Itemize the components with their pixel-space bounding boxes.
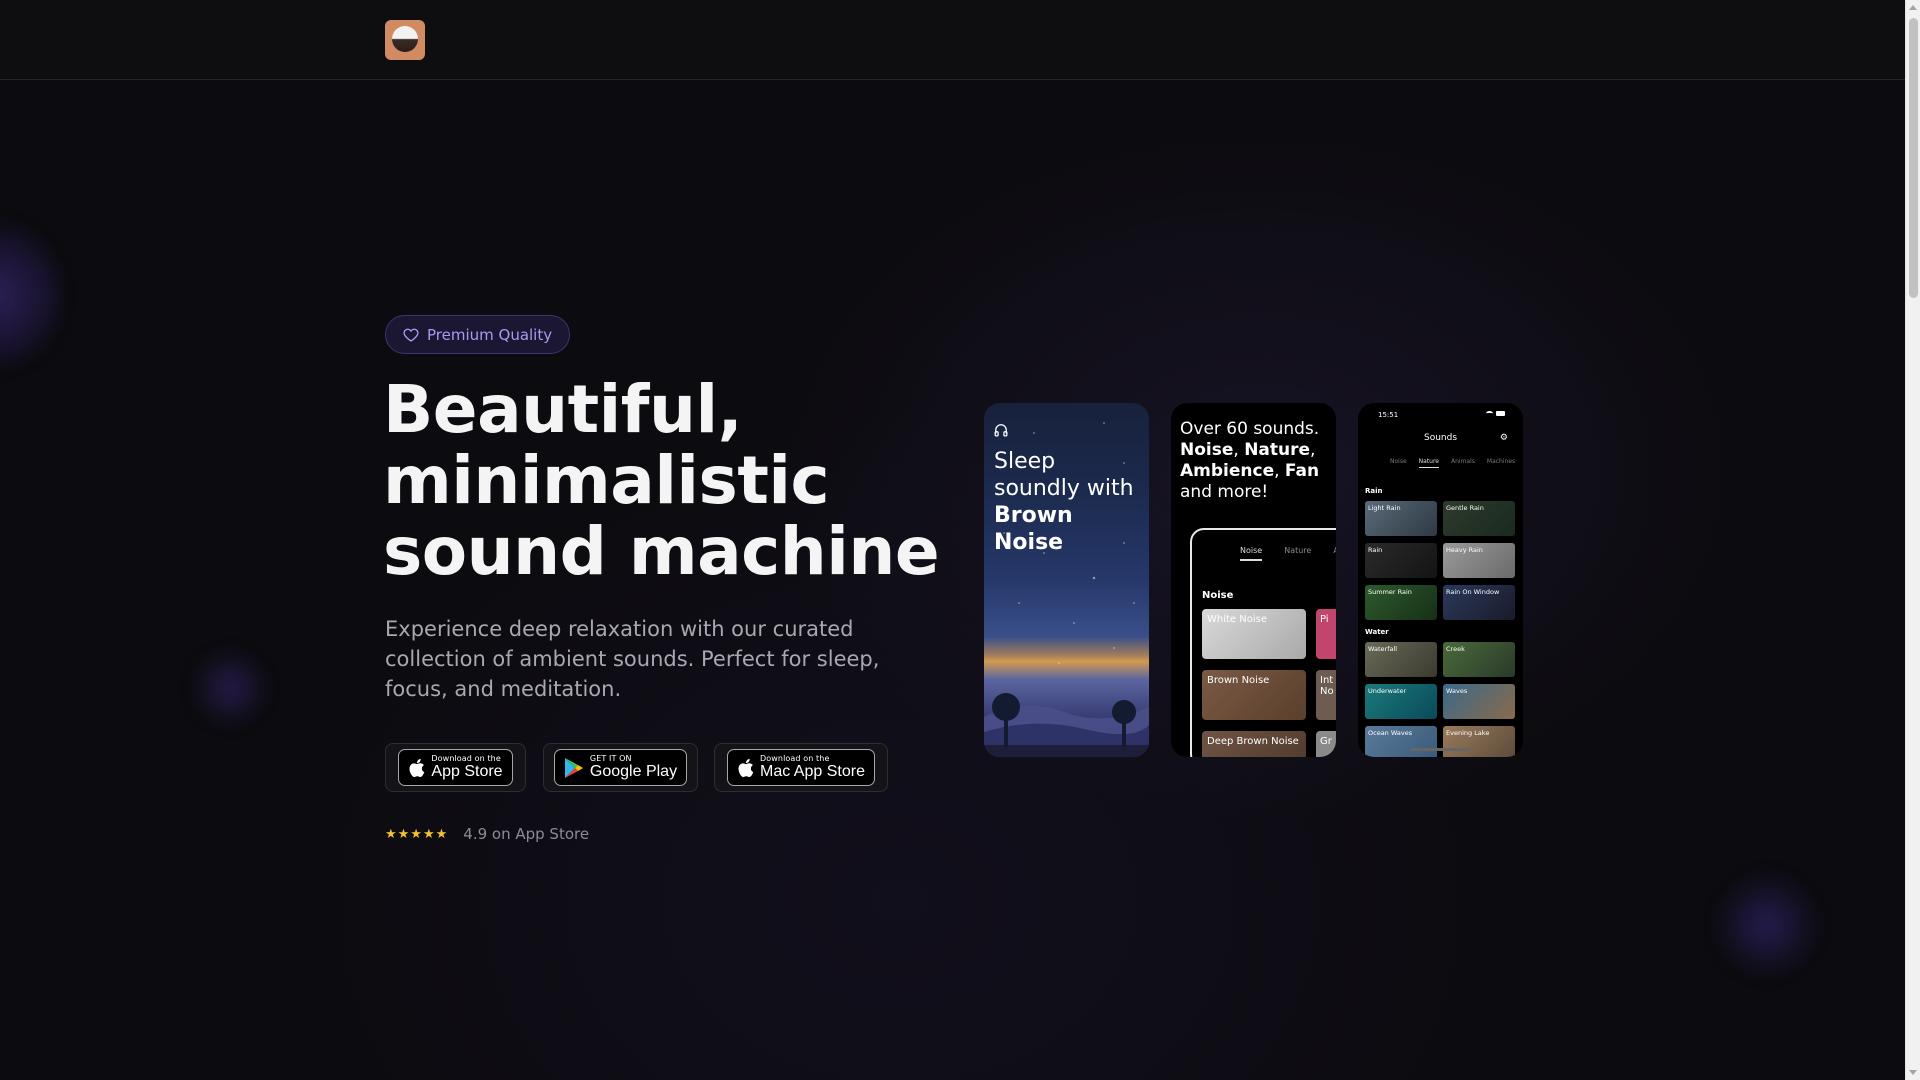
heart-icon	[403, 328, 419, 342]
caption-bold: Ambience	[1180, 461, 1275, 481]
caption-line: Noise, Nature,	[1180, 440, 1330, 461]
google-play-card: GET IT ON Google Play	[543, 743, 698, 792]
caption-separator: ,	[1274, 461, 1285, 481]
sound-tile: Rain	[1365, 543, 1437, 578]
inner-tabs: Noise Nature A	[1240, 546, 1336, 561]
tab-animals: Animals	[1451, 458, 1475, 465]
tab-nature: Nature	[1418, 458, 1440, 468]
top-navigation-bar	[0, 0, 1905, 80]
sound-tile: Gr	[1316, 731, 1336, 757]
badge-label: Premium Quality	[427, 325, 553, 344]
tab-noise: Noise	[1390, 458, 1407, 465]
section-title: Water	[1365, 628, 1389, 636]
hero-headline: Beautiful, minimalistic sound machine	[383, 371, 940, 590]
google-play-button[interactable]: GET IT ON Google Play	[553, 749, 688, 786]
caption-bold: Nature	[1244, 440, 1311, 460]
caption-separator: ,	[1310, 440, 1316, 460]
sound-tile: Gentle Rain	[1443, 501, 1515, 536]
landscape-silhouette	[984, 693, 1149, 757]
caption-bold: Fan	[1284, 461, 1320, 481]
apple-icon	[738, 758, 754, 777]
headphones-icon	[994, 424, 1008, 437]
phone2-caption: Over 60 sounds. Noise, Nature, Ambience,…	[1180, 419, 1330, 503]
sound-tile: Creek	[1443, 642, 1515, 677]
store-big-text: App Store	[431, 763, 503, 780]
decorative-orb	[1712, 870, 1822, 980]
phone1-caption: Sleep soundly with Brown Noise	[994, 448, 1144, 556]
screenshot-phone-brown-noise: Sleep soundly with Brown Noise	[984, 403, 1149, 757]
store-big-text: Mac App Store	[760, 763, 865, 780]
app-store-card: Download on the App Store	[385, 743, 526, 792]
app-store-rating: ★★★★★ 4.9 on App Store	[385, 825, 589, 843]
status-time: 15:51	[1378, 411, 1399, 419]
caption-line: Over 60 sounds.	[1180, 419, 1320, 439]
caption-line: soundly with	[994, 476, 1134, 501]
battery-icon	[1496, 411, 1505, 416]
scrollbar-thumb[interactable]	[1909, 18, 1918, 298]
section-title: Rain	[1365, 487, 1383, 495]
store-small-text: GET IT ON	[589, 754, 632, 763]
home-indicator	[1410, 748, 1470, 751]
status-icons	[1486, 411, 1505, 416]
store-small-text: Download on the	[760, 754, 830, 763]
wifi-icon	[1486, 411, 1493, 416]
tab-machines: Machines	[1486, 458, 1516, 465]
sound-tile: Rain On Window	[1443, 585, 1515, 620]
caption-line: Ambience, Fan	[1180, 461, 1330, 482]
sound-tile: Evening Lake	[1443, 726, 1515, 757]
sound-tile: Summer Rain	[1365, 585, 1437, 620]
sound-tile: Waves	[1443, 684, 1515, 719]
sound-tile: Ocean Waves	[1365, 726, 1437, 757]
gear-icon: ⚙	[1499, 433, 1508, 443]
google-play-icon	[564, 757, 583, 778]
section-title: Noise	[1202, 590, 1234, 601]
screenshot-phone-over-60-sounds: Over 60 sounds. Noise, Nature, Ambience,…	[1171, 403, 1336, 757]
rating-stars: ★★★★★	[385, 826, 449, 842]
sound-tile: Underwater	[1365, 684, 1437, 719]
caption-bold: Brown Noise	[994, 503, 1073, 555]
tab-noise: Noise	[1240, 546, 1263, 561]
scroll-down-arrow-icon[interactable]	[1909, 1070, 1917, 1075]
sound-tile: Int No	[1316, 670, 1336, 720]
app-store-button[interactable]: Download on the App Store	[398, 749, 513, 786]
sound-tile: Deep Brown Noise	[1202, 731, 1306, 757]
sound-tile: White Noise	[1202, 609, 1306, 659]
rating-text: 4.9 on App Store	[463, 825, 590, 843]
decorative-orb	[190, 648, 270, 728]
inner-phone-frame: Noise Nature A Noise White Noise Pi Brow…	[1190, 528, 1336, 757]
sound-tile: Light Rain	[1365, 501, 1437, 536]
tab-ambience: A	[1333, 546, 1336, 561]
logo-disc	[392, 26, 418, 52]
caption-line: and more!	[1180, 482, 1269, 502]
store-big-text: Google Play	[589, 763, 678, 780]
scroll-up-arrow-icon[interactable]	[1909, 5, 1917, 10]
inner-tabs: Noise Nature Animals Machines	[1390, 458, 1515, 468]
hero-subtext: Experience deep relaxation with our cura…	[385, 617, 880, 701]
premium-quality-badge: Premium Quality	[385, 315, 571, 354]
sound-tile: Pi	[1316, 609, 1336, 659]
screenshot-phone-sounds-list: 15:51 Sounds ⚙ Noise Nature Animals Mach…	[1358, 403, 1523, 757]
caption-bold: Noise	[1180, 440, 1234, 460]
mac-app-store-button[interactable]: Download on the Mac App Store	[727, 749, 875, 786]
apple-icon	[409, 758, 425, 777]
screen-title: Sounds	[1423, 433, 1458, 443]
page-background	[0, 0, 1920, 1080]
sound-tile: Heavy Rain	[1443, 543, 1515, 578]
sound-tile: Brown Noise	[1202, 670, 1306, 720]
vertical-scrollbar[interactable]	[1905, 0, 1920, 1080]
tab-nature: Nature	[1284, 546, 1312, 555]
sound-tile: Waterfall	[1365, 642, 1437, 677]
store-small-text: Download on the	[431, 754, 501, 763]
mac-app-store-card: Download on the Mac App Store	[714, 743, 888, 792]
sound-machine-logo-icon[interactable]	[385, 20, 425, 60]
caption-separator: ,	[1233, 440, 1245, 460]
caption-line: Sleep	[994, 449, 1056, 474]
